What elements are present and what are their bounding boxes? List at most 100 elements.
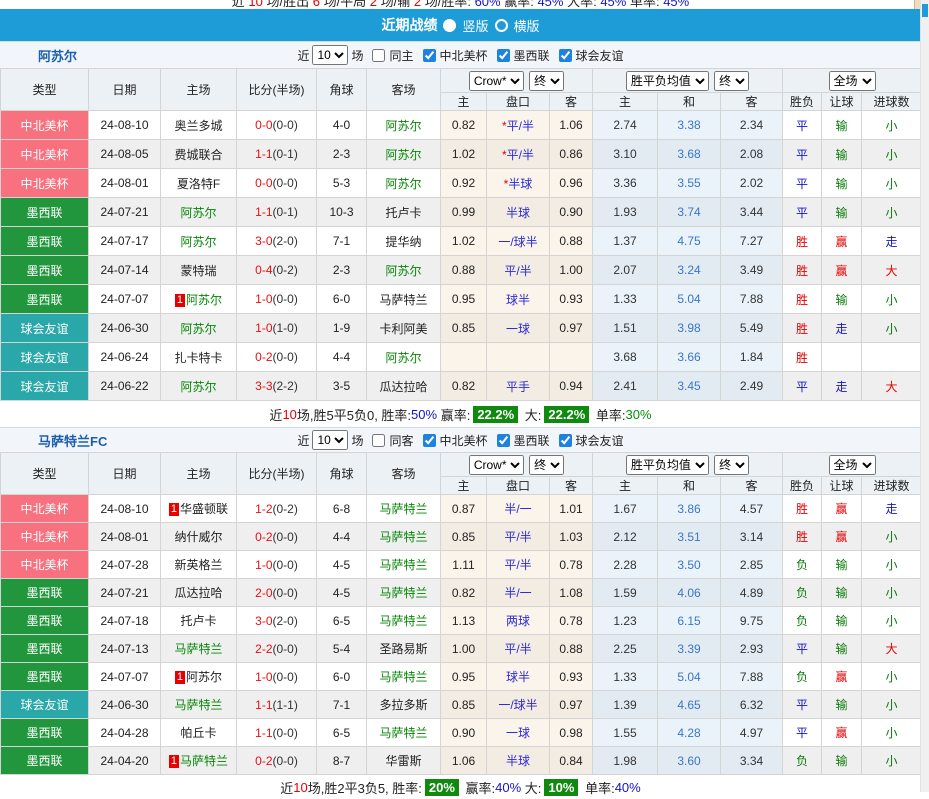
home-odds: 0.92: [441, 169, 487, 198]
sub-header-away-odds: 客: [550, 477, 593, 495]
matches-table-mazatlan: 类型 日期 主场 比分(半场) 角球 客场 Crow* 终 胜平负均值 终: [0, 452, 922, 775]
result: 平: [783, 719, 822, 747]
league-badge: 球会友谊: [1, 372, 89, 401]
bookmaker-select[interactable]: Crow*: [469, 455, 524, 475]
horizontal-layout-radio[interactable]: [495, 19, 508, 32]
score: 1-2(0-2): [237, 495, 317, 523]
league-friendly-checkbox[interactable]: [559, 434, 572, 447]
avg-type-select[interactable]: 胜平负均值: [626, 71, 709, 91]
corners: 10-3: [317, 198, 367, 227]
corners: 2-3: [317, 256, 367, 285]
league-concacaf-checkbox[interactable]: [423, 434, 436, 447]
league-friendly-checkbox[interactable]: [559, 49, 572, 62]
away-odds: 1.01: [550, 495, 593, 523]
match-date: 24-07-07: [89, 285, 161, 314]
col-header-type: 类型: [1, 69, 89, 111]
league-concacaf-checkbox[interactable]: [423, 49, 436, 62]
handicap-result: 输: [822, 607, 862, 635]
goals-result: 小: [862, 140, 922, 169]
avg-win: 1.67: [593, 495, 658, 523]
scope-select[interactable]: 全场: [829, 455, 876, 475]
goals-result: 大: [862, 635, 922, 663]
corners: 4-5: [317, 551, 367, 579]
match-date: 24-08-10: [89, 111, 161, 140]
sub-header-away-odds: 客: [550, 93, 593, 111]
away-team: 马萨特兰: [367, 579, 441, 607]
match-date: 24-06-22: [89, 372, 161, 401]
match-row: 墨西联24-07-071阿苏尔1-0(0-0)6-0马萨特兰0.95球半0.93…: [1, 285, 922, 314]
avg-win: 1.33: [593, 663, 658, 691]
matches-label: 场: [351, 47, 363, 64]
home-team: 夏洛特F: [161, 169, 237, 198]
bookmaker-select[interactable]: Crow*: [469, 71, 524, 91]
vertical-layout-radio[interactable]: [443, 19, 456, 32]
home-team: 1马萨特兰: [161, 747, 237, 775]
goals-result: 小: [862, 169, 922, 198]
summary-mazatlan: 近10场,胜2平3负5, 胜率:20% 赢率:40% 大:10% 单率:40%: [0, 775, 921, 799]
away-odds: 0.86: [550, 140, 593, 169]
corners: 2-3: [317, 140, 367, 169]
away-team: 马萨特兰: [367, 719, 441, 747]
scope-select[interactable]: 全场: [829, 71, 876, 91]
avg-win: 1.59: [593, 579, 658, 607]
avg-draw: 3.45: [658, 372, 721, 401]
odds-period-select[interactable]: 终: [529, 455, 564, 475]
col-header-away: 客场: [367, 69, 441, 111]
home-team: 马萨特兰: [161, 691, 237, 719]
match-date: 24-07-21: [89, 198, 161, 227]
home-odds: 0.88: [441, 256, 487, 285]
home-odds: 1.02: [441, 140, 487, 169]
home-team: 奥兰多城: [161, 111, 237, 140]
handicap-result: 输: [822, 691, 862, 719]
sub-header-avg-draw: 和: [658, 93, 721, 111]
vertical-layout-label[interactable]: 竖版: [462, 16, 488, 35]
score: 1-1(0-1): [237, 198, 317, 227]
home-odds: [441, 343, 487, 372]
horizontal-layout-label[interactable]: 横版: [514, 16, 540, 35]
match-row: 墨西联24-07-071阿苏尔1-0(0-0)6-0马萨特兰0.95球半0.93…: [1, 663, 922, 691]
match-row: 中北美杯24-08-10奥兰多城0-0(0-0)4-0阿苏尔0.82*平/半1.…: [1, 111, 922, 140]
handicap: 平手: [487, 372, 550, 401]
home-odds: 1.02: [441, 227, 487, 256]
same-home-checkbox[interactable]: [372, 49, 385, 62]
handicap: 平/半: [487, 551, 550, 579]
team-name-mazatlan: 马萨特兰FC: [38, 431, 107, 450]
avg-lose: 2.49: [721, 372, 783, 401]
match-date: 24-07-28: [89, 551, 161, 579]
score: 0-2(0-0): [237, 747, 317, 775]
avg-draw: 3.50: [658, 551, 721, 579]
avg-period-select[interactable]: 终: [714, 71, 749, 91]
goals-result: 小: [862, 691, 922, 719]
home-team: 新英格兰: [161, 551, 237, 579]
col-header-score: 比分(半场): [237, 453, 317, 495]
away-odds: 0.96: [550, 169, 593, 198]
page-title: 近期战绩: [381, 15, 437, 35]
home-odds: 0.82: [441, 111, 487, 140]
league-badge: 墨西联: [1, 227, 89, 256]
scrollbar-thumb[interactable]: [922, 4, 928, 17]
avg-period-select[interactable]: 终: [714, 455, 749, 475]
avg-win: 2.12: [593, 523, 658, 551]
avg-win: 1.55: [593, 719, 658, 747]
vertical-scrollbar[interactable]: [920, 0, 929, 792]
result: 胜: [783, 495, 822, 523]
league-badge: 墨西联: [1, 635, 89, 663]
sub-header-avg-win: 主: [593, 93, 658, 111]
match-date: 24-07-17: [89, 227, 161, 256]
home-team: 阿苏尔: [161, 198, 237, 227]
match-date: 24-04-28: [89, 719, 161, 747]
summary-azul: 近10场,胜5平5负0, 胜率:50% 赢率:22.2% 大:22.2% 单率:…: [0, 401, 921, 427]
avg-draw: 4.75: [658, 227, 721, 256]
league-mex-checkbox[interactable]: [497, 434, 510, 447]
league-mex-checkbox[interactable]: [497, 49, 510, 62]
match-count-select[interactable]: 10: [312, 430, 348, 450]
match-count-select[interactable]: 10: [312, 45, 348, 65]
team-bar-azul: 阿苏尔 近 10 场 同主 中北美杯 墨西联 球会友谊: [0, 42, 921, 68]
avg-win: 1.33: [593, 285, 658, 314]
same-away-checkbox[interactable]: [372, 434, 385, 447]
handicap: 平/半: [487, 635, 550, 663]
handicap-result: 赢: [822, 719, 862, 747]
avg-type-select[interactable]: 胜平负均值: [626, 455, 709, 475]
odds-period-select[interactable]: 终: [529, 71, 564, 91]
match-date: 24-06-24: [89, 343, 161, 372]
